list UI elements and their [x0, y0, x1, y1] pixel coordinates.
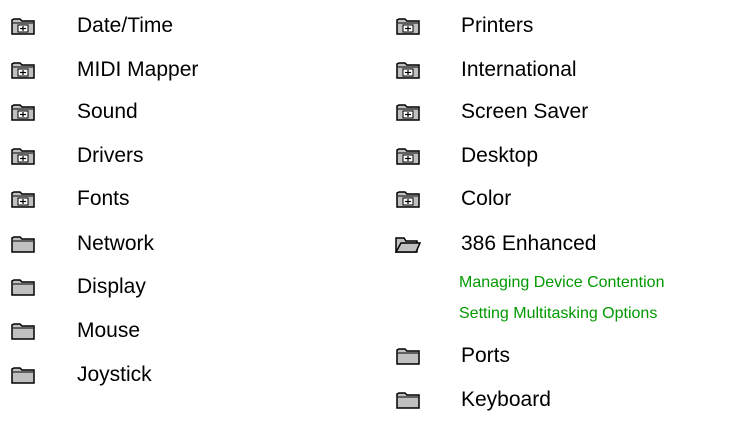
folder-plus-icon — [10, 59, 36, 81]
folder-open-icon — [395, 233, 421, 255]
folder-icon — [10, 276, 36, 298]
topic-keyboard[interactable]: Keyboard — [390, 378, 551, 422]
topic-fonts[interactable]: Fonts — [0, 177, 130, 221]
topic-desktop[interactable]: Desktop — [390, 134, 538, 178]
topic-label: Printers — [461, 14, 534, 37]
folder-plus-icon — [395, 188, 421, 210]
topic-date-time[interactable]: Date/Time — [0, 4, 173, 48]
topic-label: Mouse — [77, 319, 141, 342]
subtopic-link-setting-multitasking-options[interactable]: Setting Multitasking Options — [459, 305, 657, 323]
topic-label: Ports — [461, 344, 511, 367]
folder-icon — [395, 345, 421, 367]
topic-midi-mapper[interactable]: MIDI Mapper — [0, 48, 198, 92]
folder-plus-icon — [395, 101, 421, 123]
topic-label: Sound — [77, 100, 138, 123]
folder-plus-icon — [10, 15, 36, 37]
folder-plus-icon — [395, 15, 421, 37]
topic-screen-saver[interactable]: Screen Saver — [390, 90, 588, 134]
topic-label: Date/Time — [77, 14, 174, 37]
topic-label: Color — [461, 187, 512, 210]
topic-label: MIDI Mapper — [77, 58, 199, 81]
topic-label: Joystick — [77, 363, 152, 386]
topic-label: Keyboard — [461, 388, 551, 411]
folder-icon — [395, 389, 421, 411]
topic-printers[interactable]: Printers — [390, 4, 533, 48]
topic-joystick[interactable]: Joystick — [0, 353, 152, 397]
topic-label: Display — [77, 275, 146, 298]
topic-386-enhanced[interactable]: 386 Enhanced — [390, 222, 596, 266]
topic-label: 386 Enhanced — [461, 232, 597, 255]
topic-label: Fonts — [77, 187, 130, 210]
subtopic-link-managing-device-contention[interactable]: Managing Device Contention — [459, 274, 664, 292]
topic-international[interactable]: International — [390, 48, 577, 92]
folder-plus-icon — [395, 145, 421, 167]
topic-sound[interactable]: Sound — [0, 90, 138, 134]
topic-label: Screen Saver — [461, 100, 589, 123]
folder-icon — [10, 233, 36, 255]
topic-label: International — [461, 58, 577, 81]
topic-color[interactable]: Color — [390, 177, 511, 221]
topic-network[interactable]: Network — [0, 222, 154, 266]
topic-label: Drivers — [77, 144, 144, 167]
folder-icon — [10, 364, 36, 386]
topic-mouse[interactable]: Mouse — [0, 309, 140, 353]
folder-plus-icon — [10, 101, 36, 123]
folder-plus-icon — [395, 59, 421, 81]
topic-display[interactable]: Display — [0, 265, 146, 309]
folder-plus-icon — [10, 188, 36, 210]
folder-icon — [10, 320, 36, 342]
topic-label: Desktop — [461, 144, 539, 167]
folder-plus-icon — [10, 145, 36, 167]
topic-ports[interactable]: Ports — [390, 334, 510, 378]
topic-label: Network — [77, 232, 155, 255]
topic-drivers[interactable]: Drivers — [0, 134, 144, 178]
